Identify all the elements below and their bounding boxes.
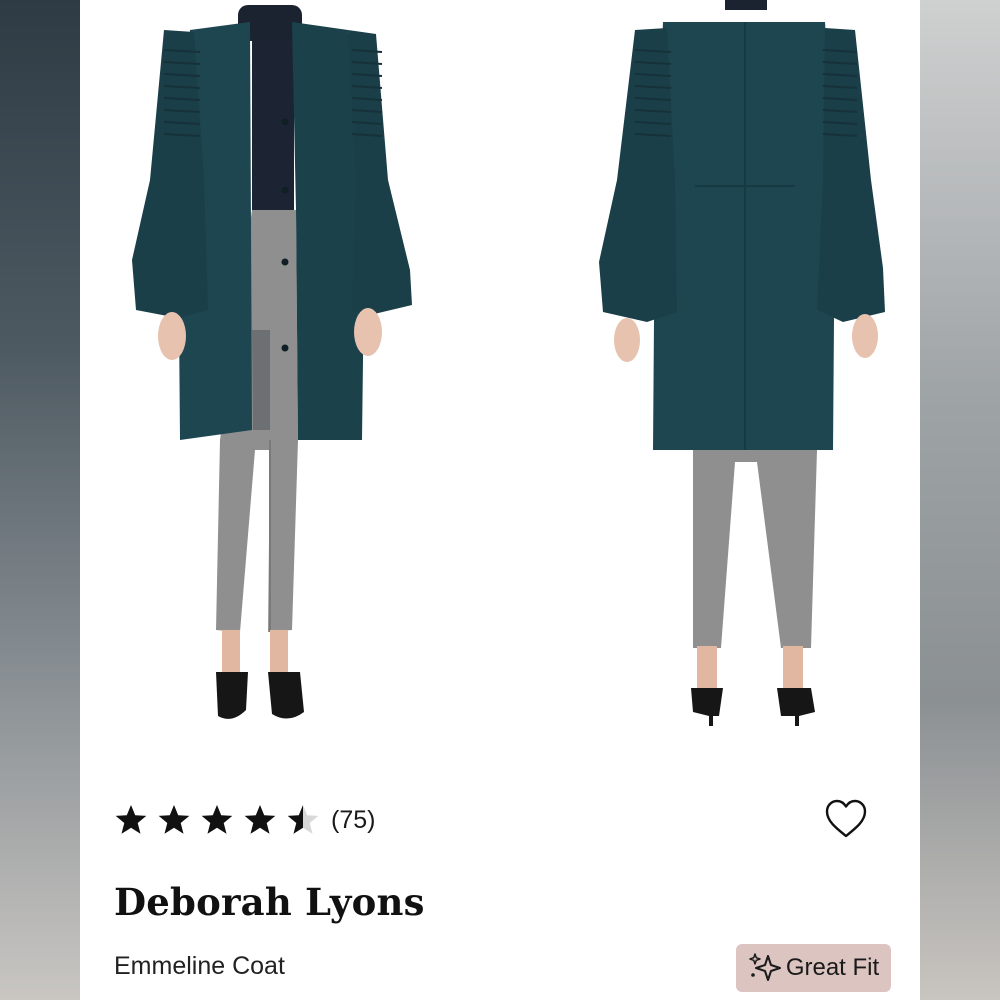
backdrop-left: [0, 0, 80, 1000]
star-rating: [114, 803, 329, 837]
product-image-back[interactable]: [585, 0, 905, 740]
great-fit-badge: Great Fit: [736, 944, 891, 992]
brand-name[interactable]: Deborah Lyons: [114, 880, 425, 924]
review-count[interactable]: (75): [331, 806, 375, 835]
backdrop-right: [920, 0, 1000, 1000]
sparkle-icon: [749, 953, 781, 981]
product-image-front[interactable]: [120, 0, 440, 740]
star-icon: [158, 805, 190, 834]
product-card[interactable]: (75) Deborah Lyons Emmeline Coat Great F…: [80, 0, 920, 1000]
badge-label: Great Fit: [785, 954, 880, 981]
product-name[interactable]: Emmeline Coat: [114, 952, 285, 981]
favorite-button[interactable]: [824, 798, 868, 840]
rating-row[interactable]: (75): [114, 800, 375, 840]
star-icon: [201, 805, 233, 834]
heart-outline-icon: [825, 799, 867, 838]
star-icon: [287, 805, 319, 834]
star-icon: [244, 805, 276, 834]
star-icon: [115, 805, 147, 834]
